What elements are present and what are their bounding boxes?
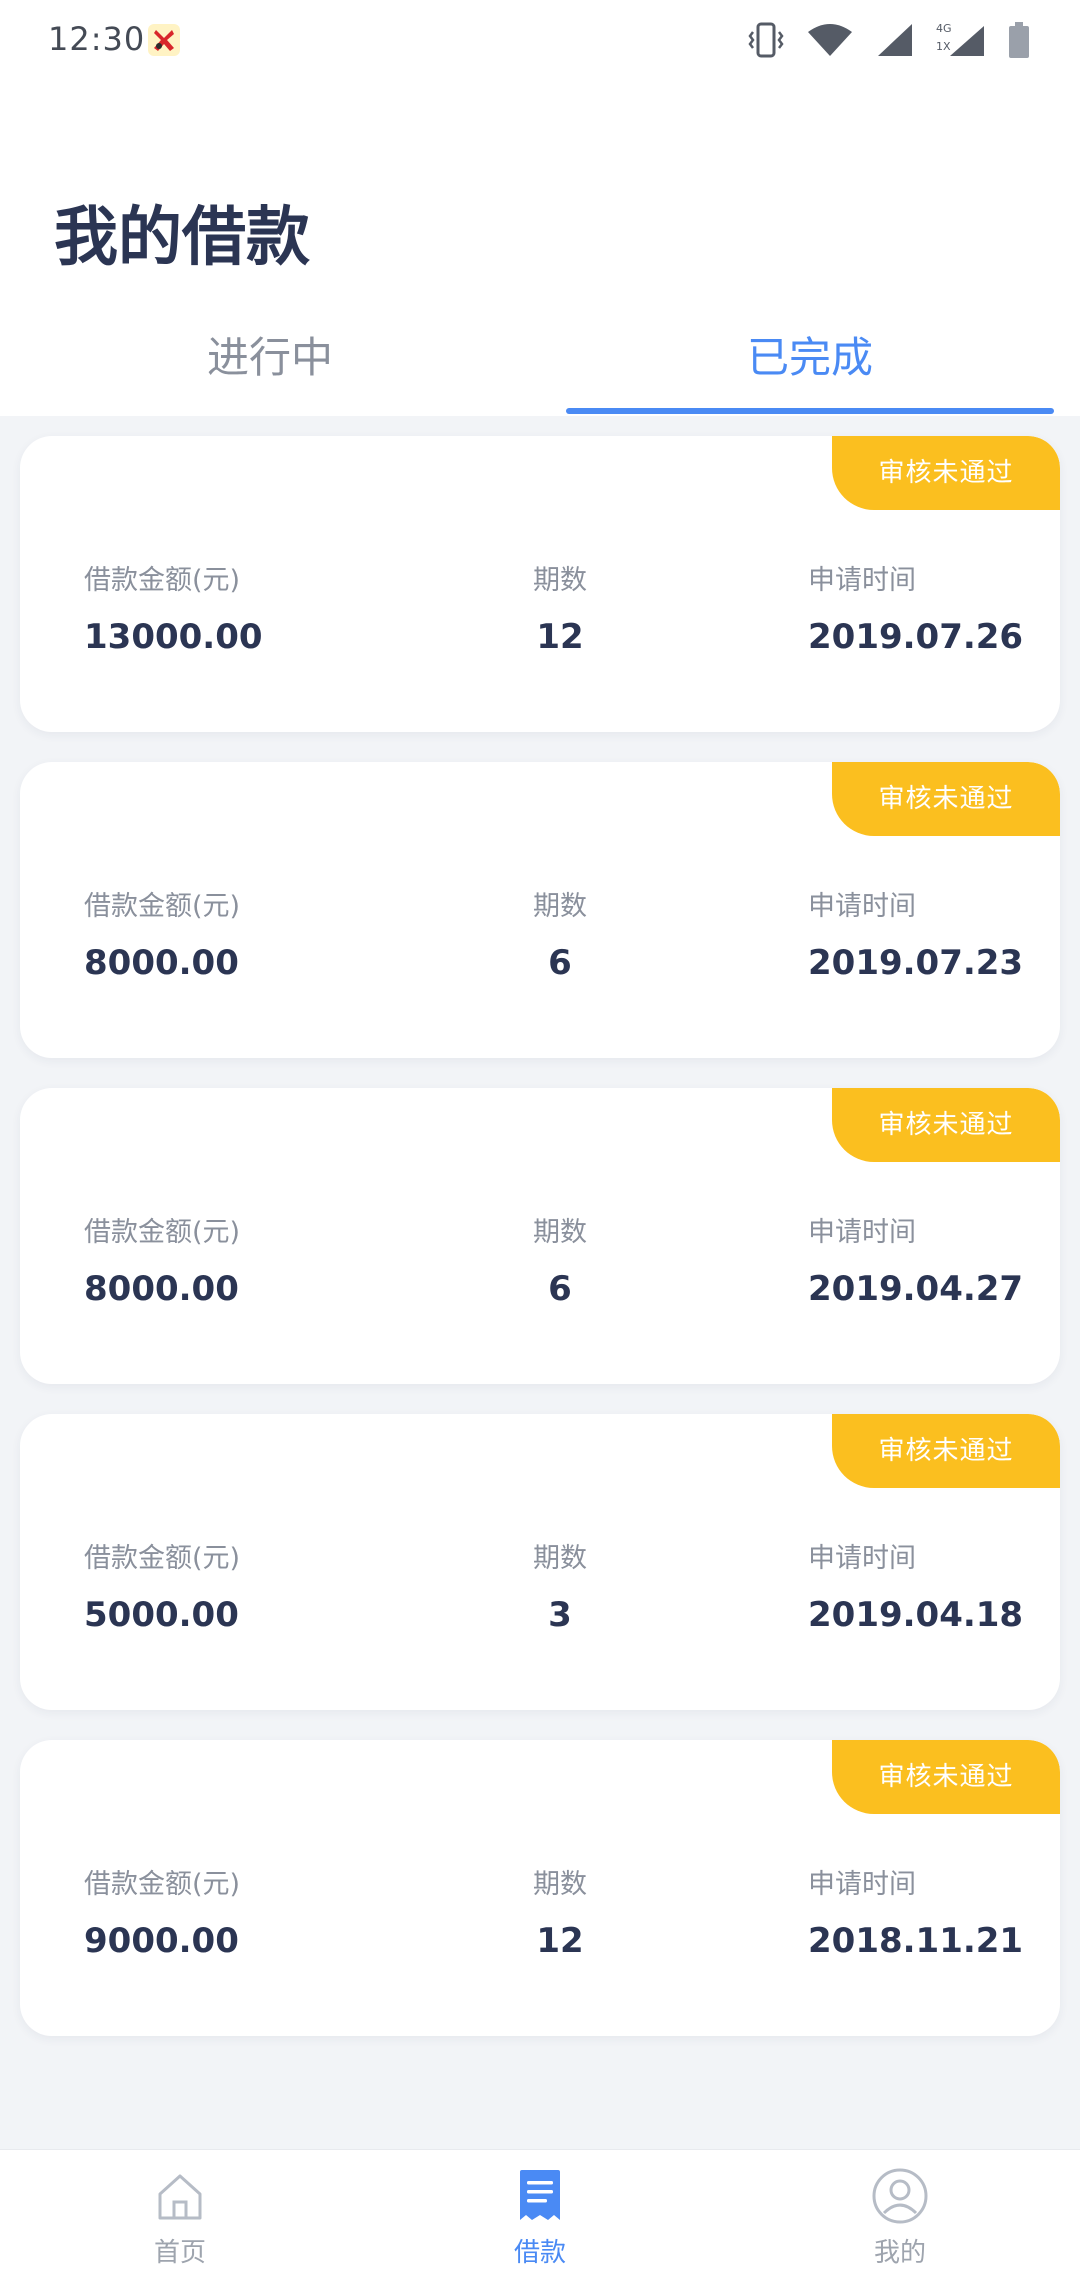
tab-in-progress[interactable]: 进行中 [0,324,540,385]
battery-icon [1008,21,1030,59]
nav-loans[interactable]: 借款 [440,2164,640,2269]
date-column: 申请时间 2018.11.21 [808,1862,1023,1961]
date-label: 申请时间 [808,1543,916,1574]
nav-home[interactable]: 首页 [80,2164,280,2269]
periods-label: 期数 [533,1543,587,1574]
amount-column: 借款金额(元) 8000.00 [84,1210,240,1309]
loan-card[interactable]: 审核未通过 借款金额(元) 9000.00 期数 12 申请时间 2018.11… [20,1740,1060,2036]
amount-label: 借款金额(元) [84,565,241,596]
nav-home-label: 首页 [153,2238,206,2268]
page-title: 我的借款 [54,201,310,275]
network-type-1x: 1X [936,40,951,53]
periods-label: 期数 [533,1217,587,1248]
periods-value: 12 [536,1921,584,1961]
amount-label: 借款金额(元) [84,1217,241,1248]
signal-4g-icon: 4G 1X [936,22,986,58]
amount-value: 13000.00 [84,617,263,657]
nav-loans-label: 借款 [513,2238,566,2268]
vibrate-icon [748,20,784,60]
date-column: 申请时间 2019.07.26 [808,558,1023,657]
network-type-4g: 4G [936,22,952,35]
signal-icon [876,22,914,58]
bottom-nav: 首页 借款 我的 [0,2149,1080,2280]
screen: 12:30 4G 1X 我的借款 进行中 已完成 审核未通过 借款金额(元) 1… [0,0,1080,2280]
date-label: 申请时间 [808,1869,916,1900]
app-notification-icon [146,22,182,58]
amount-value: 9000.00 [84,1921,239,1961]
nav-profile[interactable]: 我的 [800,2164,1000,2269]
amount-value: 8000.00 [84,1269,239,1309]
status-badge: 审核未通过 [832,762,1060,836]
date-label: 申请时间 [808,891,916,922]
periods-value: 12 [536,617,584,657]
periods-column: 期数 12 [512,1862,608,1961]
date-label: 申请时间 [808,565,916,596]
amount-column: 借款金额(元) 9000.00 [84,1862,240,1961]
date-value: 2019.04.27 [808,1269,1024,1309]
status-icons: 4G 1X [748,20,1030,60]
periods-value: 3 [548,1595,572,1635]
periods-value: 6 [548,943,572,983]
date-column: 申请时间 2019.04.27 [808,1210,1023,1309]
periods-label: 期数 [533,565,587,596]
status-bar: 12:30 4G 1X [0,0,1080,80]
loan-document-icon [440,2164,640,2228]
date-value: 2018.11.21 [808,1921,1024,1961]
periods-column: 期数 6 [512,1210,608,1309]
periods-label: 期数 [533,1869,587,1900]
date-value: 2019.04.18 [808,1595,1024,1635]
status-badge: 审核未通过 [832,1088,1060,1162]
date-column: 申请时间 2019.07.23 [808,884,1023,983]
amount-label: 借款金额(元) [84,1869,241,1900]
periods-value: 6 [548,1269,572,1309]
loan-card[interactable]: 审核未通过 借款金额(元) 13000.00 期数 12 申请时间 2019.0… [20,436,1060,732]
periods-column: 期数 12 [512,558,608,657]
amount-value: 8000.00 [84,943,239,983]
wifi-icon [806,22,854,58]
status-badge: 审核未通过 [832,1414,1060,1488]
periods-label: 期数 [533,891,587,922]
date-column: 申请时间 2019.04.18 [808,1536,1023,1635]
loan-list: 审核未通过 借款金额(元) 13000.00 期数 12 申请时间 2019.0… [0,416,1080,2149]
date-value: 2019.07.23 [808,943,1024,983]
amount-column: 借款金额(元) 8000.00 [84,884,240,983]
amount-label: 借款金额(元) [84,1543,241,1574]
periods-column: 期数 6 [512,884,608,983]
loan-card[interactable]: 审核未通过 借款金额(元) 8000.00 期数 6 申请时间 2019.07.… [20,762,1060,1058]
amount-column: 借款金额(元) 13000.00 [84,558,263,657]
amount-column: 借款金额(元) 5000.00 [84,1536,240,1635]
periods-column: 期数 3 [512,1536,608,1635]
status-badge: 审核未通过 [832,436,1060,510]
active-tab-indicator [566,408,1054,414]
tab-bar: 进行中 已完成 [0,300,1080,416]
tab-completed[interactable]: 已完成 [540,324,1080,385]
date-label: 申请时间 [808,1217,916,1248]
status-badge: 审核未通过 [832,1740,1060,1814]
date-value: 2019.07.26 [808,617,1024,657]
home-icon [80,2164,280,2228]
amount-label: 借款金额(元) [84,891,241,922]
loan-card[interactable]: 审核未通过 借款金额(元) 5000.00 期数 3 申请时间 2019.04.… [20,1414,1060,1710]
nav-profile-label: 我的 [873,2238,926,2268]
status-time: 12:30 [48,20,146,58]
amount-value: 5000.00 [84,1595,239,1635]
user-profile-icon [800,2164,1000,2228]
loan-card[interactable]: 审核未通过 借款金额(元) 8000.00 期数 6 申请时间 2019.04.… [20,1088,1060,1384]
